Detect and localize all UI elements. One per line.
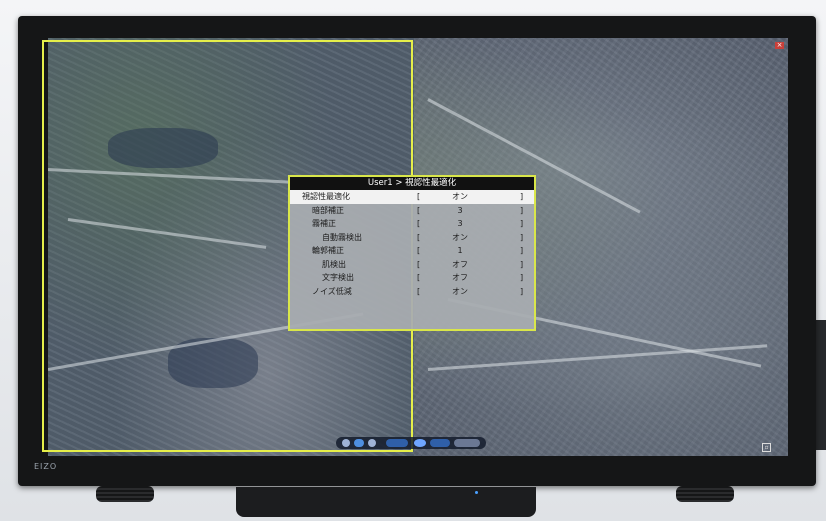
speaker-grille-left xyxy=(96,486,154,502)
osd-row-value: オン xyxy=(452,192,468,201)
osd-row-label: 自動霧検出 xyxy=(322,232,362,242)
forward-button[interactable] xyxy=(430,439,450,447)
bracket-open: [ xyxy=(417,246,421,255)
bracket-open: [ xyxy=(417,205,421,215)
osd-row-visibility-optimization[interactable]: 視認性最適化 [ オン ] xyxy=(290,190,534,204)
bracket-open: [ xyxy=(417,286,421,296)
bracket-close: ] xyxy=(520,259,524,269)
playhead-button[interactable] xyxy=(414,439,426,447)
osd-row-value: オフ xyxy=(452,273,468,282)
bracket-open: [ xyxy=(417,219,421,228)
close-icon[interactable]: × xyxy=(775,42,784,49)
osd-row-value: 3 xyxy=(457,205,463,215)
power-led xyxy=(475,491,478,494)
osd-row-text-detect[interactable]: 文字検出 [ オフ ] xyxy=(290,271,534,285)
prev-button[interactable] xyxy=(386,439,408,447)
osd-row-label: 輪郭補正 xyxy=(312,246,344,255)
play-icon[interactable] xyxy=(354,439,364,447)
osd-row-dark-correction[interactable]: 暗部補正 [ 3 ] xyxy=(290,204,534,218)
bracket-close: ] xyxy=(520,192,524,201)
osd-row-label: ノイズ低減 xyxy=(312,286,352,296)
bracket-open: [ xyxy=(417,232,421,242)
bracket-open: [ xyxy=(417,273,421,282)
bracket-close: ] xyxy=(520,219,524,228)
osd-row-auto-fog-detect[interactable]: 自動霧検出 [ オン ] xyxy=(290,231,534,245)
bracket-close: ] xyxy=(520,286,524,296)
bracket-open: [ xyxy=(417,259,421,269)
stop-icon[interactable] xyxy=(342,439,350,447)
bracket-close: ] xyxy=(520,273,524,282)
osd-row-label: 霧補正 xyxy=(312,219,336,228)
osd-row-label: 視認性最適化 xyxy=(302,192,350,201)
osd-row-skin-detect[interactable]: 肌検出 [ オフ ] xyxy=(290,258,534,272)
osd-row-value: オン xyxy=(452,286,468,296)
osd-row-label: 暗部補正 xyxy=(312,205,344,215)
osd-row-label: 文字検出 xyxy=(322,273,354,282)
osd-row-value: オフ xyxy=(452,259,468,269)
media-player-bar[interactable] xyxy=(336,437,486,449)
bracket-open: [ xyxy=(417,192,421,201)
osd-row-edge-correction[interactable]: 輪郭補正 [ 1 ] xyxy=(290,244,534,258)
osd-row-label: 肌検出 xyxy=(322,259,346,269)
fullscreen-icon[interactable]: ▫ xyxy=(762,443,771,452)
bracket-close: ] xyxy=(520,246,524,255)
osd-title: User1 > 視認性最適化 xyxy=(290,177,534,190)
brand-logo: EIZO xyxy=(34,462,58,471)
osd-row-noise-reduction[interactable]: ノイズ低減 [ オン ] xyxy=(290,285,534,299)
bracket-close: ] xyxy=(520,205,524,215)
osd-row-value: オン xyxy=(452,232,468,242)
osd-menu: User1 > 視認性最適化 視認性最適化 [ オン ] 暗部補正 [ 3 ] … xyxy=(288,175,536,331)
bracket-close: ] xyxy=(520,232,524,242)
speaker-grille-right xyxy=(676,486,734,502)
osd-row-value: 1 xyxy=(457,246,463,255)
osd-row-value: 3 xyxy=(457,219,463,228)
next-icon[interactable] xyxy=(368,439,376,447)
osd-row-fog-correction[interactable]: 霧補正 [ 3 ] xyxy=(290,217,534,231)
monitor-stand xyxy=(236,487,536,517)
volume-slider[interactable] xyxy=(454,439,480,447)
